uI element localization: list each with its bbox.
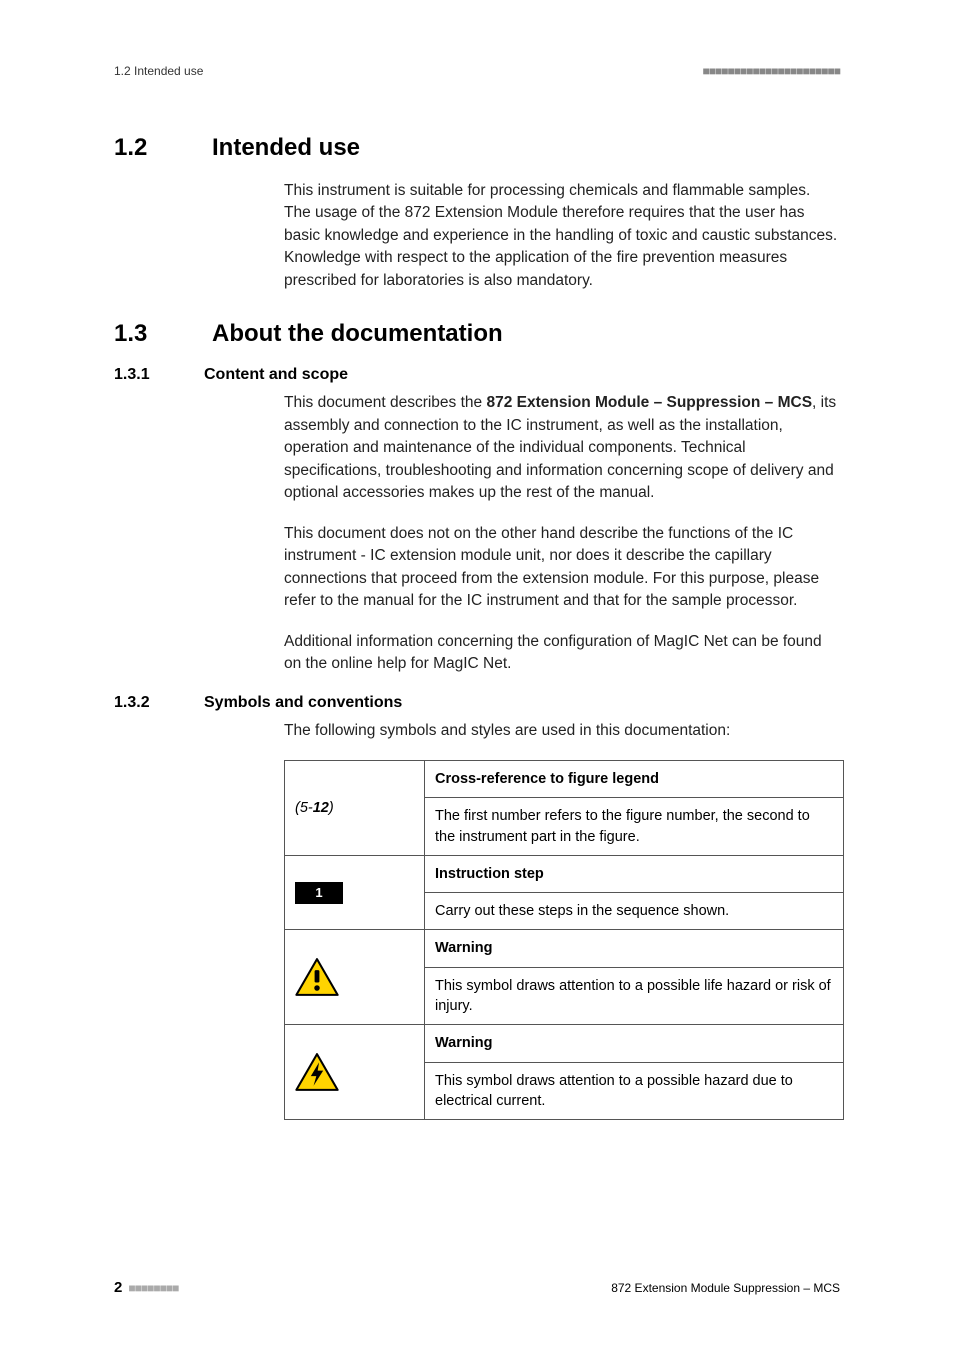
table-row: Warning xyxy=(285,1025,844,1062)
subsection-heading-1-3-1: 1.3.1 Content and scope xyxy=(114,366,840,384)
header-ornament: ■■■■■■■■■■■■■■■■■■■■■■ xyxy=(703,64,840,78)
symbol-cell-crossref: (5-12) xyxy=(285,760,425,855)
paragraph: This document does not on the other hand… xyxy=(284,523,840,613)
paragraph: This instrument is suitable for processi… xyxy=(284,180,840,292)
header-section-ref: 1.2 Intended use xyxy=(114,64,203,78)
instruction-step-badge: 1 xyxy=(295,882,343,904)
page-header: 1.2 Intended use ■■■■■■■■■■■■■■■■■■■■■■ xyxy=(114,64,840,78)
symbol-heading: Cross-reference to figure legend xyxy=(425,760,844,797)
section-heading-1-3: 1.3 About the documentation xyxy=(114,320,840,348)
section-title: About the documentation xyxy=(212,320,503,348)
subsection-number: 1.3.1 xyxy=(114,366,174,384)
paragraph: Additional information concerning the co… xyxy=(284,631,840,676)
section-heading-1-2: 1.2 Intended use xyxy=(114,134,840,162)
subsection-title: Content and scope xyxy=(204,366,348,384)
text-run: This document describes the xyxy=(284,394,486,411)
table-row: (5-12) Cross-reference to figure legend xyxy=(285,760,844,797)
crossref-example: (5-12) xyxy=(295,800,334,816)
warning-exclamation-icon xyxy=(295,957,414,997)
symbol-heading: Warning xyxy=(425,1025,844,1062)
symbol-heading: Warning xyxy=(425,930,844,967)
text-bold: 12 xyxy=(313,800,329,816)
text-run: ) xyxy=(329,800,334,816)
page-number: 2 xyxy=(114,1279,122,1296)
page-footer: 2 ■■■■■■■■ 872 Extension Module Suppress… xyxy=(114,1279,840,1296)
section-title: Intended use xyxy=(212,134,360,162)
symbol-desc: Carry out these steps in the sequence sh… xyxy=(425,893,844,930)
symbol-desc: This symbol draws attention to a possibl… xyxy=(425,1062,844,1120)
warning-electrical-icon xyxy=(295,1052,414,1092)
symbols-table: (5-12) Cross-reference to figure legend … xyxy=(284,760,844,1120)
paragraph: This document describes the 872 Extensio… xyxy=(284,392,840,504)
table-row: 1 Instruction step xyxy=(285,855,844,892)
symbol-desc: The first number refers to the figure nu… xyxy=(425,798,844,856)
symbol-cell-warning xyxy=(285,930,425,1025)
subsection-number: 1.3.2 xyxy=(114,694,174,712)
footer-ornament: ■■■■■■■■ xyxy=(128,1281,178,1295)
symbol-desc: This symbol draws attention to a possibl… xyxy=(425,967,844,1025)
symbol-heading: Instruction step xyxy=(425,855,844,892)
footer-left: 2 ■■■■■■■■ xyxy=(114,1279,178,1296)
subsection-heading-1-3-2: 1.3.2 Symbols and conventions xyxy=(114,694,840,712)
table-row: Warning xyxy=(285,930,844,967)
paragraph: The following symbols and styles are use… xyxy=(284,720,840,742)
text-bold: 872 Extension Module – Suppression – MCS xyxy=(486,394,812,411)
text-run: (5- xyxy=(295,800,313,816)
symbol-cell-step: 1 xyxy=(285,855,425,930)
subsection-title: Symbols and conventions xyxy=(204,694,402,712)
section-number: 1.3 xyxy=(114,320,174,348)
footer-doc-title: 872 Extension Module Suppression – MCS xyxy=(611,1281,840,1295)
section-number: 1.2 xyxy=(114,134,174,162)
symbol-cell-warning-electric xyxy=(285,1025,425,1120)
